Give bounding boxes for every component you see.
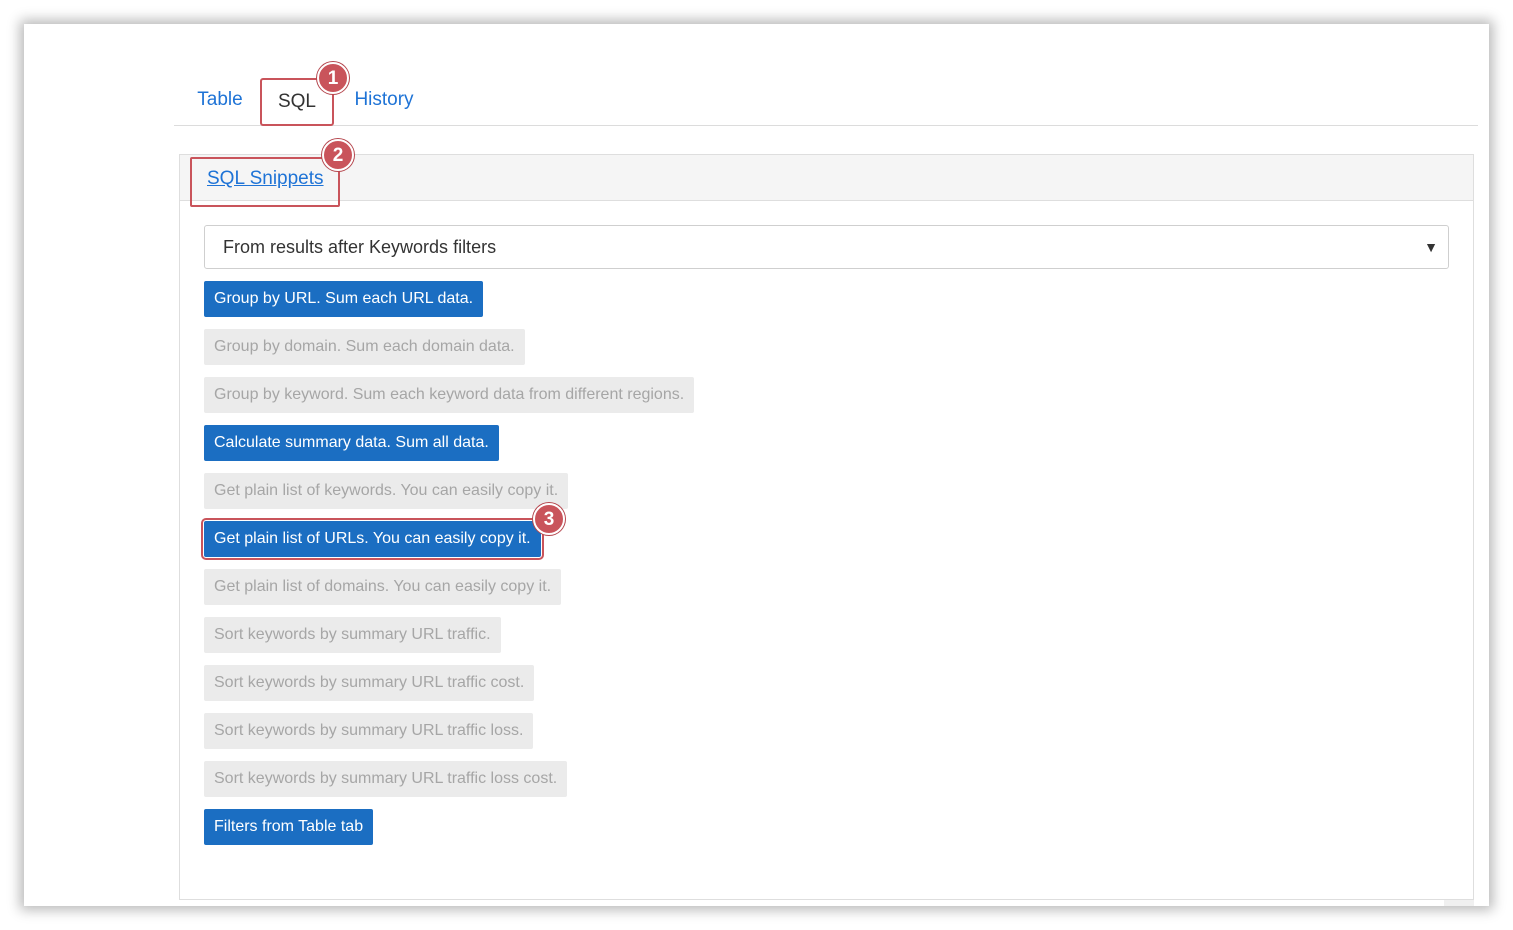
snippet-button[interactable]: Calculate summary data. Sum all data.	[204, 425, 499, 461]
tab-bar: Table SQL History	[174, 78, 1478, 126]
snippet-button[interactable]: Sort keywords by summary URL traffic cos…	[204, 665, 535, 701]
source-select[interactable]: From results after Keywords filters ▼	[204, 225, 1449, 269]
panel-corner	[1444, 900, 1474, 906]
snippet-button[interactable]: Sort keywords by summary URL traffic los…	[204, 713, 534, 749]
source-select-value: From results after Keywords filters	[223, 237, 497, 257]
snippet-button[interactable]: Get plain list of URLs. You can easily c…	[201, 518, 544, 560]
tab-table[interactable]: Table	[184, 78, 256, 126]
callout-badge-3: 3	[533, 503, 565, 535]
snippet-button[interactable]: Group by domain. Sum each domain data.	[204, 329, 525, 365]
tab-history[interactable]: History	[346, 78, 422, 126]
callout-badge-2: 2	[322, 139, 354, 171]
snippet-button[interactable]: Sort keywords by summary URL traffic.	[204, 617, 501, 653]
snippet-button[interactable]: Group by URL. Sum each URL data.	[204, 281, 484, 317]
app-window: Table SQL History 1 SQL Snippets From re…	[24, 24, 1489, 906]
snippet-button[interactable]: Get plain list of domains. You can easil…	[204, 569, 562, 605]
triangle-down-icon: ▼	[1424, 239, 1438, 255]
sql-snippets-link[interactable]: SQL Snippets	[190, 157, 340, 207]
callout-badge-1: 1	[317, 62, 349, 94]
snippet-button[interactable]: Group by keyword. Sum each keyword data …	[204, 377, 695, 413]
sql-panel: SQL Snippets From results after Keywords…	[179, 154, 1474, 906]
snippet-button[interactable]: Get plain list of keywords. You can easi…	[204, 473, 569, 509]
snippet-button[interactable]: Filters from Table tab	[204, 809, 374, 845]
snippet-button[interactable]: Sort keywords by summary URL traffic los…	[204, 761, 568, 797]
panel-header	[180, 155, 1473, 201]
next-panel-edge	[179, 899, 1474, 906]
